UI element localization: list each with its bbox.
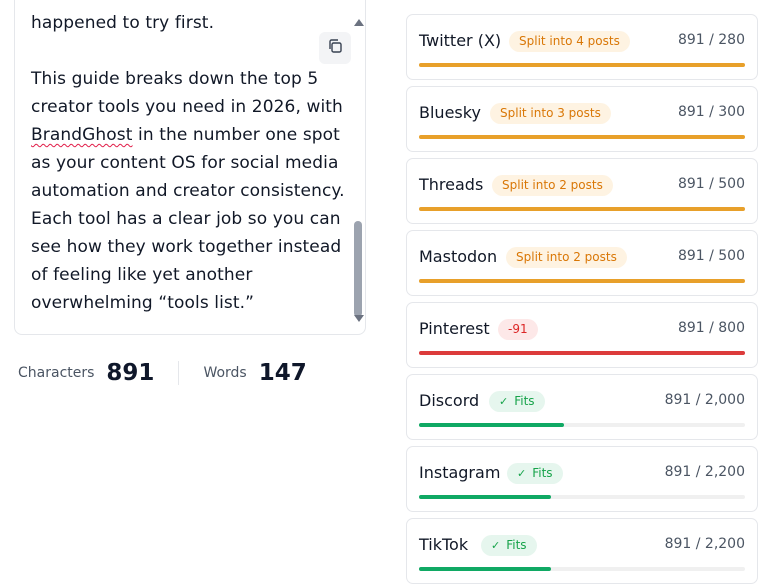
platform-card[interactable]: Discord ✓ Fits 891 / 2,000 <box>406 374 758 440</box>
platform-card[interactable]: Twitter (X) Split into 4 posts 891 / 280 <box>406 14 758 80</box>
progress-track <box>419 351 745 355</box>
editor-scrollbar[interactable] <box>352 19 365 333</box>
progress-fill <box>419 495 552 499</box>
check-icon: ✓ <box>517 467 527 480</box>
platform-card[interactable]: Instagram ✓ Fits 891 / 2,200 <box>406 446 758 512</box>
split-badge: Split into 2 posts <box>506 247 627 268</box>
progress-track <box>419 207 745 211</box>
progress-fill <box>419 567 552 571</box>
text-stats: Characters 891 Words 147 <box>18 356 307 390</box>
platform-name: Threads <box>419 175 484 194</box>
platform-name: Mastodon <box>419 247 498 266</box>
fits-badge: ✓ Fits <box>481 535 537 556</box>
platform-name: Instagram <box>419 463 501 482</box>
character-count: 891 / 2,200 <box>664 464 745 480</box>
progress-fill <box>419 207 745 211</box>
progress-track <box>419 567 745 571</box>
character-count: 891 / 280 <box>677 32 745 48</box>
editor-text[interactable]: happened to try first. This guide breaks… <box>31 9 349 317</box>
progress-fill <box>419 351 745 355</box>
character-count: 891 / 2,000 <box>664 392 745 408</box>
words-count: 147 <box>258 360 307 386</box>
platform-name: Pinterest <box>419 319 490 338</box>
characters-label: Characters <box>18 365 95 381</box>
progress-fill <box>419 423 565 427</box>
post-editor[interactable]: happened to try first. This guide breaks… <box>14 0 366 335</box>
character-count: 891 / 2,200 <box>664 536 745 552</box>
character-count: 891 / 500 <box>677 176 745 192</box>
characters-count: 891 <box>106 360 155 386</box>
progress-track <box>419 279 745 283</box>
split-badge: Split into 2 posts <box>492 175 613 196</box>
split-badge: Split into 4 posts <box>509 31 630 52</box>
split-badge: Split into 3 posts <box>490 103 611 124</box>
platform-name: Twitter (X) <box>419 31 502 50</box>
progress-fill <box>419 63 745 67</box>
platform-card[interactable]: Mastodon Split into 2 posts 891 / 500 <box>406 230 758 296</box>
copy-button[interactable] <box>319 32 351 64</box>
stats-divider <box>178 361 180 385</box>
editor-text-segment: in the number one spot as your content O… <box>31 125 345 313</box>
scrollbar-thumb[interactable] <box>354 221 362 317</box>
platform-name: Bluesky <box>419 103 481 122</box>
words-label: Words <box>203 365 247 381</box>
character-count: 891 / 800 <box>677 320 745 336</box>
scroll-down-arrow-icon[interactable] <box>354 315 364 322</box>
over-limit-badge: -91 <box>498 319 538 340</box>
platform-name: Discord <box>419 391 480 410</box>
platform-card[interactable]: Pinterest -91 891 / 800 <box>406 302 758 368</box>
progress-fill <box>419 135 745 139</box>
progress-track <box>419 495 745 499</box>
editor-paragraph: This guide breaks down the top 5 creator… <box>31 65 349 317</box>
scroll-up-arrow-icon[interactable] <box>354 19 364 26</box>
fits-label: Fits <box>506 538 527 552</box>
progress-track <box>419 63 745 67</box>
platform-card[interactable]: Bluesky Split into 3 posts 891 / 300 <box>406 86 758 152</box>
editor-text-segment: This guide breaks down the top 5 creator… <box>31 69 343 117</box>
check-icon: ✓ <box>499 395 509 408</box>
fits-badge: ✓ Fits <box>489 391 545 412</box>
copy-icon <box>327 38 343 58</box>
fits-label: Fits <box>532 466 553 480</box>
character-count: 891 / 300 <box>677 104 745 120</box>
check-icon: ✓ <box>491 539 501 552</box>
misspelled-word: BrandGhost <box>31 125 133 145</box>
fits-badge: ✓ Fits <box>507 463 563 484</box>
progress-fill <box>419 279 745 283</box>
platform-name: TikTok <box>419 535 469 554</box>
editor-line: happened to try first. <box>31 13 215 33</box>
character-count: 891 / 500 <box>677 248 745 264</box>
fits-label: Fits <box>514 394 535 408</box>
platform-card[interactable]: TikTok ✓ Fits 891 / 2,200 <box>406 518 758 584</box>
platform-card[interactable]: Threads Split into 2 posts 891 / 500 <box>406 158 758 224</box>
progress-track <box>419 423 745 427</box>
progress-track <box>419 135 745 139</box>
